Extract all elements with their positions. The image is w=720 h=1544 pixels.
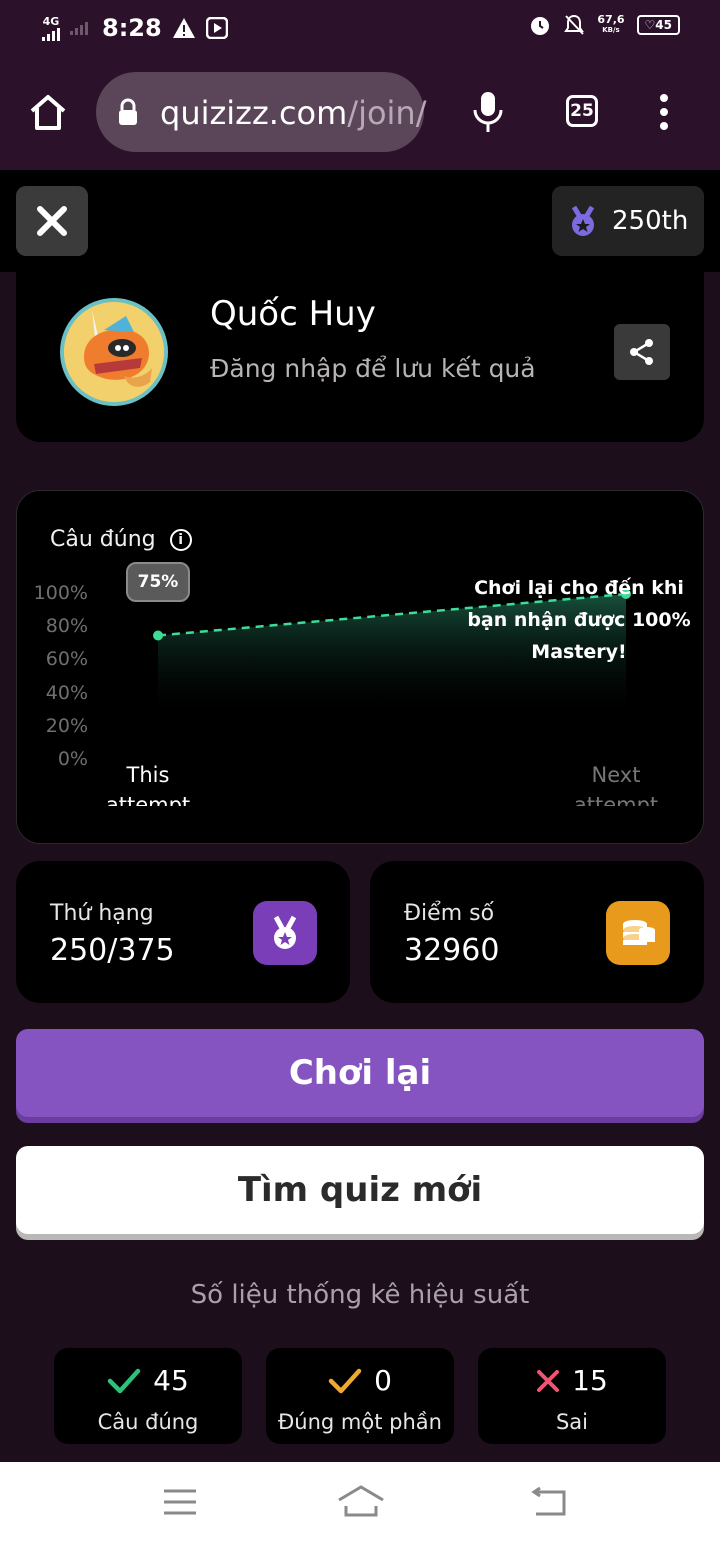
data-label-badge: 75% — [126, 562, 190, 602]
mastery-annotation: Chơi lại cho đến khi bạn nhận được 100% … — [467, 577, 691, 663]
play-again-button[interactable]: Chơi lại — [16, 1029, 704, 1117]
cross-icon — [537, 1369, 560, 1392]
performance-heading: Số liệu thống kê hiệu suất — [190, 1280, 530, 1310]
rank-stat-value: 250/375 — [50, 933, 175, 968]
partial-count-row: 0 — [266, 1364, 454, 1397]
wrong-count-row: 15 — [478, 1364, 666, 1397]
wrong-count-card: 15 Sai — [478, 1348, 666, 1444]
back-nav-icon[interactable] — [530, 1486, 568, 1518]
rank-stat-card: Thứ hạng 250/375 — [16, 861, 350, 1003]
wrong-label: Sai — [555, 1410, 589, 1434]
home-nav-icon[interactable] — [336, 1484, 386, 1518]
score-stat-label: Điểm số — [404, 901, 495, 926]
accuracy-line-chart — [153, 589, 631, 720]
x-tick-this-attempt: This attempt — [105, 763, 191, 806]
partial-count-card: 0 Đúng một phần — [266, 1348, 454, 1444]
correct-count-card: 45 Câu đúng — [54, 1348, 242, 1444]
find-new-quiz-button[interactable]: Tìm quiz mới — [16, 1146, 704, 1234]
partial-count: 0 — [374, 1364, 392, 1397]
coins-icon — [606, 901, 670, 965]
correct-label: Câu đúng — [97, 1410, 199, 1434]
correct-count: 45 — [153, 1364, 189, 1397]
rank-medal-icon — [253, 901, 317, 965]
partial-label: Đúng một phần — [278, 1410, 442, 1434]
rank-stat-label: Thứ hạng — [50, 901, 154, 926]
check-icon — [107, 1368, 141, 1393]
score-stat-value: 32960 — [404, 933, 500, 968]
wrong-count: 15 — [572, 1364, 608, 1397]
partial-check-icon — [328, 1368, 362, 1393]
correct-count-row: 45 — [54, 1364, 242, 1397]
x-tick-next-attempt: Next attempt — [573, 763, 659, 806]
recent-apps-icon[interactable] — [162, 1488, 198, 1516]
data-point-this-attempt — [153, 630, 163, 641]
score-stat-card: Điểm số 32960 — [370, 861, 704, 1003]
